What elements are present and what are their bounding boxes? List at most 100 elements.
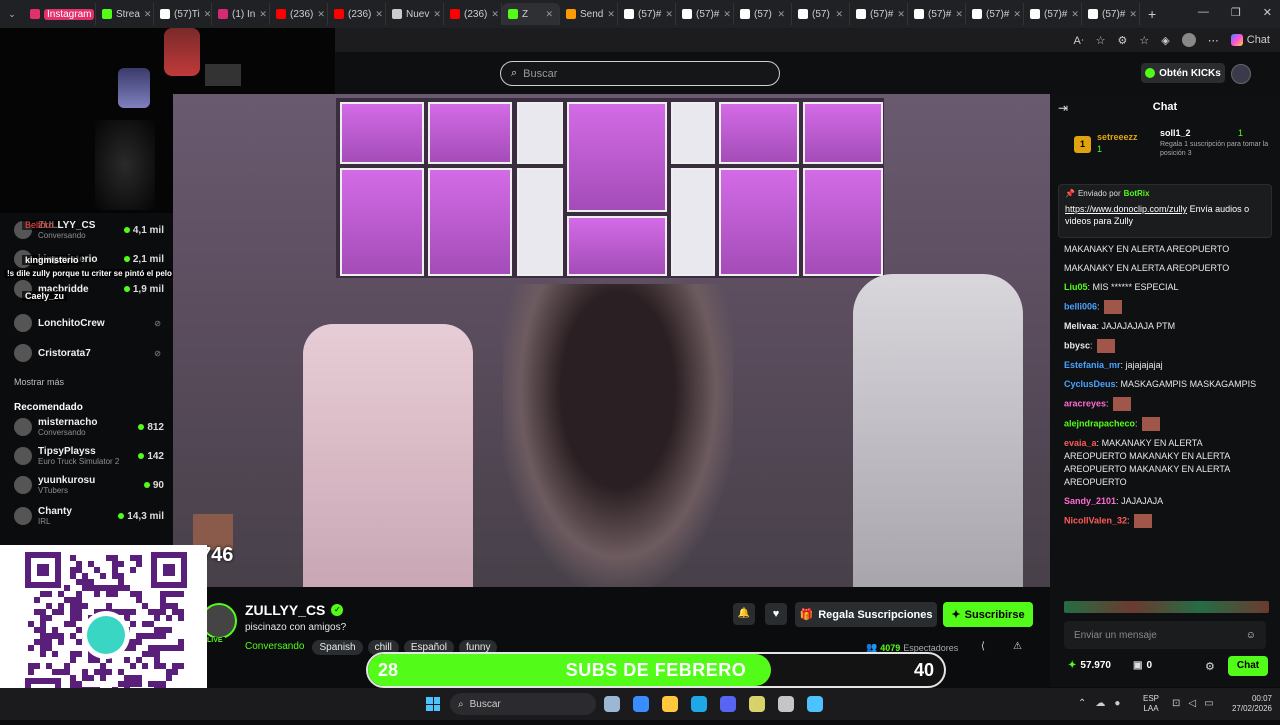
browser-tab[interactable]: Strea ✕	[96, 3, 154, 25]
close-window-button[interactable]: ✕	[1263, 6, 1272, 19]
close-tab-icon[interactable]: ✕	[1013, 9, 1021, 20]
close-tab-icon[interactable]: ✕	[897, 9, 905, 20]
close-tab-icon[interactable]: ✕	[144, 9, 152, 20]
favorite-star-icon[interactable]: ☆	[1096, 34, 1106, 47]
points-value[interactable]: 57.970	[1080, 660, 1111, 671]
close-tab-icon[interactable]: ✕	[375, 9, 383, 20]
extensions-icon[interactable]: ⚙	[1118, 34, 1128, 47]
leader-name[interactable]: soll1_2	[1160, 128, 1191, 138]
close-tab-icon[interactable]: ✕	[723, 9, 731, 20]
close-tab-icon[interactable]: ✕	[835, 9, 843, 20]
subscribe-button[interactable]: ✦ Suscribirse	[943, 602, 1033, 627]
chat-input[interactable]: Enviar un mensaje ☺	[1064, 621, 1266, 649]
video-player[interactable]	[173, 94, 1050, 587]
shield-icon[interactable]: ◈	[1161, 34, 1169, 47]
user-avatar[interactable]	[1231, 64, 1251, 84]
close-tab-icon[interactable]: ✕	[607, 9, 615, 20]
browser-tab[interactable]: (57)# ✕	[1082, 3, 1140, 25]
category-link[interactable]: Conversando	[245, 641, 304, 652]
chat-username[interactable]: aracreyes	[1064, 398, 1106, 408]
favorites-icon[interactable]: ☆	[1139, 34, 1149, 47]
sidebar-channel[interactable]: misternacho Conversando 812	[14, 413, 164, 441]
sidebar-channel[interactable]: Chanty IRL 14,3 mil	[14, 502, 164, 530]
get-kicks-button[interactable]: Obtén KICKs	[1141, 63, 1225, 83]
browser-tab[interactable]: (57)# ✕	[850, 3, 908, 25]
battery-icon[interactable]: ▭	[1204, 698, 1213, 709]
report-icon[interactable]: ⚠	[1013, 641, 1022, 652]
close-tab-icon[interactable]: ✕	[317, 9, 325, 20]
edge-icon[interactable]	[691, 696, 707, 712]
browser-tab[interactable]: Instagram✕	[24, 3, 96, 25]
browser-tab[interactable]: (236) ✕	[328, 3, 386, 25]
chat-username[interactable]: NicollValen_32	[1064, 515, 1127, 525]
volume-icon[interactable]: ◁	[1188, 698, 1196, 709]
close-tab-icon[interactable]: ✕	[1129, 9, 1137, 20]
folder-icon[interactable]	[662, 696, 678, 712]
new-tab-button[interactable]: +	[1148, 6, 1156, 22]
close-tab-icon[interactable]: ✕	[204, 9, 211, 20]
copilot-icon[interactable]	[633, 696, 649, 712]
chat-username[interactable]: Sandy_2101	[1064, 496, 1116, 506]
sidebar-channel[interactable]: TipsyPlayss Euro Truck Simulator 2 142	[14, 442, 164, 470]
emoji-icon[interactable]: ☺	[1246, 630, 1256, 641]
browser-tab[interactable]: Send ✕	[560, 3, 618, 25]
minimize-button[interactable]: —	[1198, 6, 1209, 19]
follow-heart-button[interactable]: ♥	[765, 603, 787, 625]
leader-name[interactable]: setreeezz	[1097, 132, 1138, 142]
close-tab-icon[interactable]: ✕	[955, 9, 963, 20]
more-menu-icon[interactable]: ⋯	[1208, 34, 1219, 47]
close-tab-icon[interactable]: ✕	[259, 9, 267, 20]
browser-tab[interactable]: (1) In ✕	[212, 3, 270, 25]
chevron-up-icon[interactable]: ⌃	[1078, 698, 1086, 709]
tab-menu-button[interactable]: ⌄	[0, 3, 24, 25]
copilot-chat-button[interactable]: Chat	[1230, 34, 1270, 46]
chat-username[interactable]: alejndrapacheco	[1064, 418, 1135, 428]
browser-tab[interactable]: (57)# ✕	[966, 3, 1024, 25]
browser-tab[interactable]: (57)Ti ✕	[154, 3, 212, 25]
chat-username[interactable]: evaia_a	[1064, 438, 1097, 448]
clock[interactable]: 00:07 27/02/2026	[1226, 694, 1272, 714]
mic-icon[interactable]: ●	[1114, 698, 1120, 709]
chat-username[interactable]: Estefania_mr	[1064, 360, 1121, 370]
close-tab-icon[interactable]: ✕	[545, 9, 553, 20]
browser-tab[interactable]: (236) ✕	[270, 3, 328, 25]
browser-tab[interactable]: (57) ✕	[792, 3, 850, 25]
language-indicator[interactable]: ESP LAA	[1143, 694, 1159, 714]
show-more-link[interactable]: Mostrar más	[14, 377, 64, 387]
close-tab-icon[interactable]: ✕	[665, 9, 673, 20]
photos-icon[interactable]	[807, 696, 823, 712]
pinned-link[interactable]: https://www.donoclip.com/zully	[1065, 204, 1187, 214]
browser-tab[interactable]: (236) ✕	[444, 3, 502, 25]
browser-tab[interactable]: Nuev ✕	[386, 3, 444, 25]
file-icon[interactable]	[604, 696, 620, 712]
network-icon[interactable]: ⊡	[1172, 698, 1180, 709]
browser-tab[interactable]: (57)# ✕	[676, 3, 734, 25]
chat-username[interactable]: belli006	[1064, 301, 1097, 311]
share-icon[interactable]: ⟨	[981, 641, 985, 652]
close-tab-icon[interactable]: ✕	[1071, 9, 1079, 20]
browser-tab[interactable]: (57)# ✕	[1024, 3, 1082, 25]
search-input[interactable]: ⌕ Buscar	[500, 61, 780, 86]
chat-username[interactable]: Melivaa	[1064, 321, 1097, 331]
cloud-icon[interactable]: ☁	[1095, 698, 1105, 709]
maximize-button[interactable]: ❐	[1231, 6, 1241, 19]
chat-username[interactable]: bbysc	[1064, 340, 1090, 350]
taskbar-search[interactable]: ⌕ Buscar	[450, 693, 596, 715]
steam-icon[interactable]	[778, 696, 794, 712]
gift-subs-button[interactable]: 🎁 Regala Suscripciones	[795, 602, 937, 627]
windows-start-icon[interactable]	[426, 697, 440, 711]
browser-tab[interactable]: (57)# ✕	[618, 3, 676, 25]
chat-send-button[interactable]: Chat	[1228, 656, 1268, 676]
browser-tab[interactable]: (57)# ✕	[908, 3, 966, 25]
sidebar-channel[interactable]: yuunkurosu VTubers 90	[14, 471, 164, 499]
gift-count[interactable]: 0	[1146, 660, 1152, 671]
notifications-bell-button[interactable]: 🔔	[733, 603, 755, 625]
stream-tag[interactable]: Spanish	[312, 640, 363, 655]
sidebar-channel[interactable]: LonchitoCrew ⊘	[14, 309, 164, 337]
read-aloud-icon[interactable]: Aᐧ	[1074, 34, 1084, 47]
close-tab-icon[interactable]: ✕	[777, 9, 785, 20]
close-tab-icon[interactable]: ✕	[433, 9, 441, 20]
channel-name[interactable]: ZULLYY_CS	[245, 602, 325, 618]
chat-username[interactable]: CyclusDeus	[1064, 379, 1116, 389]
app-icon[interactable]	[749, 696, 765, 712]
